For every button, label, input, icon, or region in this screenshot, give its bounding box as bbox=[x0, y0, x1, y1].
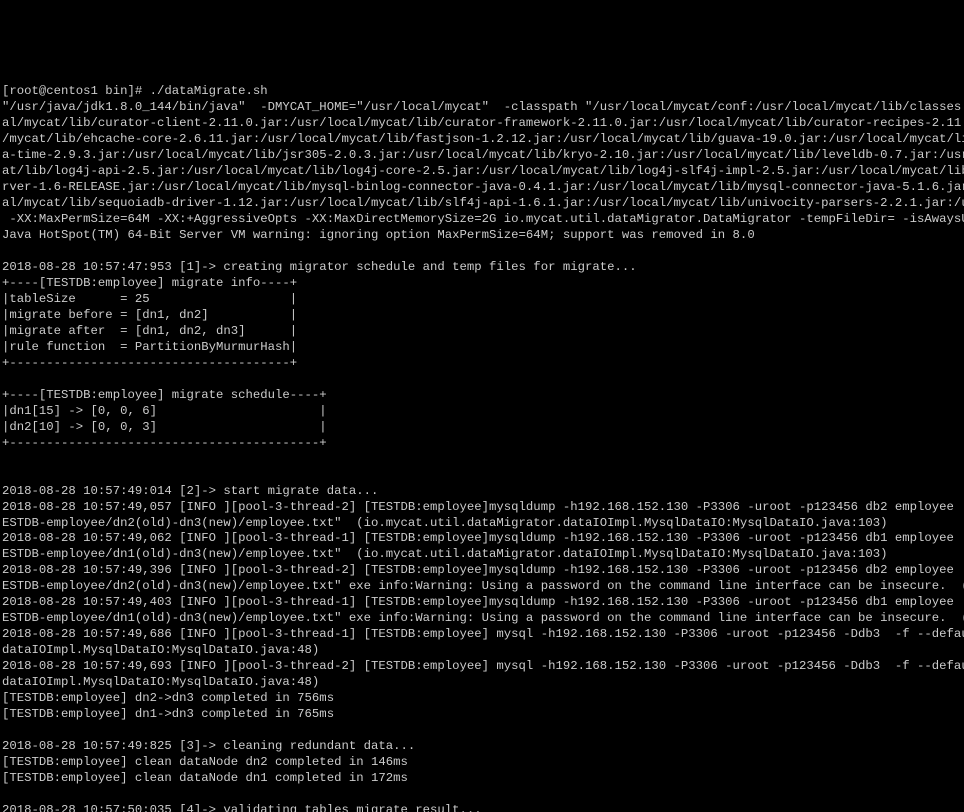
log-line: ESTDB-employee/dn2(old)-dn3(new)/employe… bbox=[2, 516, 888, 530]
log-line: |rule function = PartitionByMurmurHash| bbox=[2, 340, 297, 354]
log-line: 2018-08-28 10:57:47:953 [1]-> creating m… bbox=[2, 260, 637, 274]
log-line: [TESTDB:employee] dn1->dn3 completed in … bbox=[2, 707, 334, 721]
log-line: [TESTDB:employee] clean dataNode dn2 com… bbox=[2, 755, 408, 769]
log-line: 2018-08-28 10:57:49,057 [INFO ][pool-3-t… bbox=[2, 500, 964, 514]
log-line: |migrate before = [dn1, dn2] | bbox=[2, 308, 297, 322]
log-line: 2018-08-28 10:57:49,686 [INFO ][pool-3-t… bbox=[2, 627, 964, 641]
log-line: ESTDB-employee/dn1(old)-dn3(new)/employe… bbox=[2, 547, 888, 561]
log-line: 2018-08-28 10:57:49:825 [3]-> cleaning r… bbox=[2, 739, 415, 753]
log-line: |tableSize = 25 | bbox=[2, 292, 297, 306]
log-line: |dn1[15] -> [0, 0, 6] | bbox=[2, 404, 327, 418]
log-line: 2018-08-28 10:57:49:014 [2]-> start migr… bbox=[2, 484, 378, 498]
log-line: +----[TESTDB:employee] migrate info----+ bbox=[2, 276, 297, 290]
log-line: dataIOImpl.MysqlDataIO:MysqlDataIO.java:… bbox=[2, 643, 319, 657]
log-line: 2018-08-28 10:57:49,396 [INFO ][pool-3-t… bbox=[2, 563, 964, 577]
log-line: -XX:MaxPermSize=64M -XX:+AggressiveOpts … bbox=[2, 212, 964, 226]
log-line: 2018-08-28 10:57:49,403 [INFO ][pool-3-t… bbox=[2, 595, 964, 609]
log-line: +---------------------------------------… bbox=[2, 436, 327, 450]
log-line: 2018-08-28 10:57:50:035 [4]-> validating… bbox=[2, 803, 482, 812]
log-line: ESTDB-employee/dn2(old)-dn3(new)/employe… bbox=[2, 579, 964, 593]
log-line: rver-1.6-RELEASE.jar:/usr/local/mycat/li… bbox=[2, 180, 964, 194]
terminal-output[interactable]: [root@centos1 bin]# ./dataMigrate.sh "/u… bbox=[0, 80, 964, 812]
log-line: at/lib/log4j-api-2.5.jar:/usr/local/myca… bbox=[2, 164, 964, 178]
log-line: +--------------------------------------+ bbox=[2, 356, 297, 370]
log-line: 2018-08-28 10:57:49,062 [INFO ][pool-3-t… bbox=[2, 531, 964, 545]
log-line: "/usr/java/jdk1.8.0_144/bin/java" -DMYCA… bbox=[2, 100, 964, 114]
log-line: [TESTDB:employee] dn2->dn3 completed in … bbox=[2, 691, 334, 705]
log-line: Java HotSpot(TM) 64-Bit Server VM warnin… bbox=[2, 228, 755, 242]
log-line: al/mycat/lib/curator-client-2.11.0.jar:/… bbox=[2, 116, 964, 130]
log-line: dataIOImpl.MysqlDataIO:MysqlDataIO.java:… bbox=[2, 675, 319, 689]
log-line: +----[TESTDB:employee] migrate schedule-… bbox=[2, 388, 327, 402]
log-line: /mycat/lib/ehcache-core-2.6.11.jar:/usr/… bbox=[2, 132, 964, 146]
log-line: 2018-08-28 10:57:49,693 [INFO ][pool-3-t… bbox=[2, 659, 964, 673]
log-line: ESTDB-employee/dn1(old)-dn3(new)/employe… bbox=[2, 611, 964, 625]
log-line: a-time-2.9.3.jar:/usr/local/mycat/lib/js… bbox=[2, 148, 964, 162]
log-line: |dn2[10] -> [0, 0, 3] | bbox=[2, 420, 327, 434]
log-line: al/mycat/lib/sequoiadb-driver-1.12.jar:/… bbox=[2, 196, 964, 210]
log-line: |migrate after = [dn1, dn2, dn3] | bbox=[2, 324, 297, 338]
shell-prompt: [root@centos1 bin]# ./dataMigrate.sh bbox=[2, 84, 268, 98]
log-line: [TESTDB:employee] clean dataNode dn1 com… bbox=[2, 771, 408, 785]
